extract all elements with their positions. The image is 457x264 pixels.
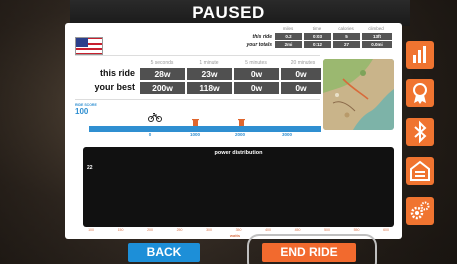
totals-cell: 0.0mi xyxy=(362,41,392,48)
score-tick: 0 xyxy=(148,132,152,137)
totals-header-miles: miles xyxy=(282,26,294,31)
chart-y-label: 22 xyxy=(87,165,93,171)
totals-header-calories: calories xyxy=(338,26,354,31)
chart-x-tick: 500 xyxy=(324,228,330,232)
chart-x-tick: 100 xyxy=(88,228,94,232)
power-cell: 200w xyxy=(140,82,185,94)
bar-chart-icon xyxy=(413,46,426,63)
divider xyxy=(75,55,320,56)
garage-icon xyxy=(410,160,430,181)
totals-cell: 5 xyxy=(333,33,360,40)
chart-title: power distribution xyxy=(214,150,263,156)
pairing-button[interactable] xyxy=(406,118,434,146)
power-cell: 0w xyxy=(234,82,279,94)
us-flag-icon xyxy=(75,37,103,55)
back-button[interactable]: BACK xyxy=(128,243,200,262)
power-cell: 0w xyxy=(281,82,321,94)
chart-x-tick: 200 xyxy=(147,228,153,232)
power-distribution-chart: power distribution 22 xyxy=(83,147,394,227)
chart-x-tick: 400 xyxy=(265,228,271,232)
gears-icon xyxy=(410,201,430,220)
bluetooth-icon xyxy=(414,120,427,144)
totals-header-climbed: climbed xyxy=(368,26,384,31)
chart-x-tick: 150 xyxy=(117,228,124,232)
unlock-marker-icon xyxy=(192,119,199,126)
chart-x-tick: 450 xyxy=(294,228,301,232)
power-cell: 118w xyxy=(187,82,232,94)
power-row-label: this ride xyxy=(99,68,135,78)
paused-title: PAUSED xyxy=(192,3,265,22)
power-cell: 0w xyxy=(281,68,321,80)
award-ribbon-icon xyxy=(413,83,427,104)
ride-score-value: 100 xyxy=(75,107,89,116)
chart-x-tick: 300 xyxy=(206,228,212,232)
score-tick: 2000 xyxy=(234,132,245,137)
power-header: 20 minutes xyxy=(290,60,316,66)
bike-icon xyxy=(148,113,162,122)
divider xyxy=(75,99,320,100)
garage-button[interactable] xyxy=(406,157,434,185)
power-header: 1 minute xyxy=(199,60,219,66)
power-cell: 0w xyxy=(234,68,279,80)
chart-x-tick: 600 xyxy=(383,228,389,232)
totals-row-label: your totals xyxy=(246,42,272,48)
route-map[interactable] xyxy=(323,59,394,130)
totals-header-time: time xyxy=(312,26,322,31)
power-cell: 23w xyxy=(187,68,232,80)
totals-row-label: this ride xyxy=(252,34,272,40)
chart-x-tick: 250 xyxy=(176,228,183,232)
power-header: 5 seconds xyxy=(150,60,174,66)
achievements-button[interactable] xyxy=(406,79,434,107)
score-tick: 3000 xyxy=(281,132,292,137)
power-header: 5 minutes xyxy=(245,60,267,66)
unlock-marker-icon xyxy=(238,119,245,126)
chart-x-tick: 550 xyxy=(353,228,360,232)
totals-cell: 0:03 xyxy=(304,33,331,40)
power-row-label: your best xyxy=(94,82,135,92)
end-ride-button[interactable]: END RIDE xyxy=(262,243,356,262)
score-tick: 1000 xyxy=(189,132,200,137)
power-cell: 28w xyxy=(140,68,185,80)
totals-cell: 0.2 xyxy=(275,33,302,40)
settings-button[interactable] xyxy=(406,197,434,225)
stats-button[interactable] xyxy=(406,41,434,69)
totals-cell: 2mi xyxy=(275,41,302,48)
summary-panel: miles time calories climbed this ride 0.… xyxy=(65,23,402,239)
totals-cell: 13ft xyxy=(362,33,392,40)
totals-cell: 0:12 xyxy=(304,41,331,48)
totals-cell: 27 xyxy=(333,41,360,48)
chart-x-tick: 350 xyxy=(235,228,242,232)
